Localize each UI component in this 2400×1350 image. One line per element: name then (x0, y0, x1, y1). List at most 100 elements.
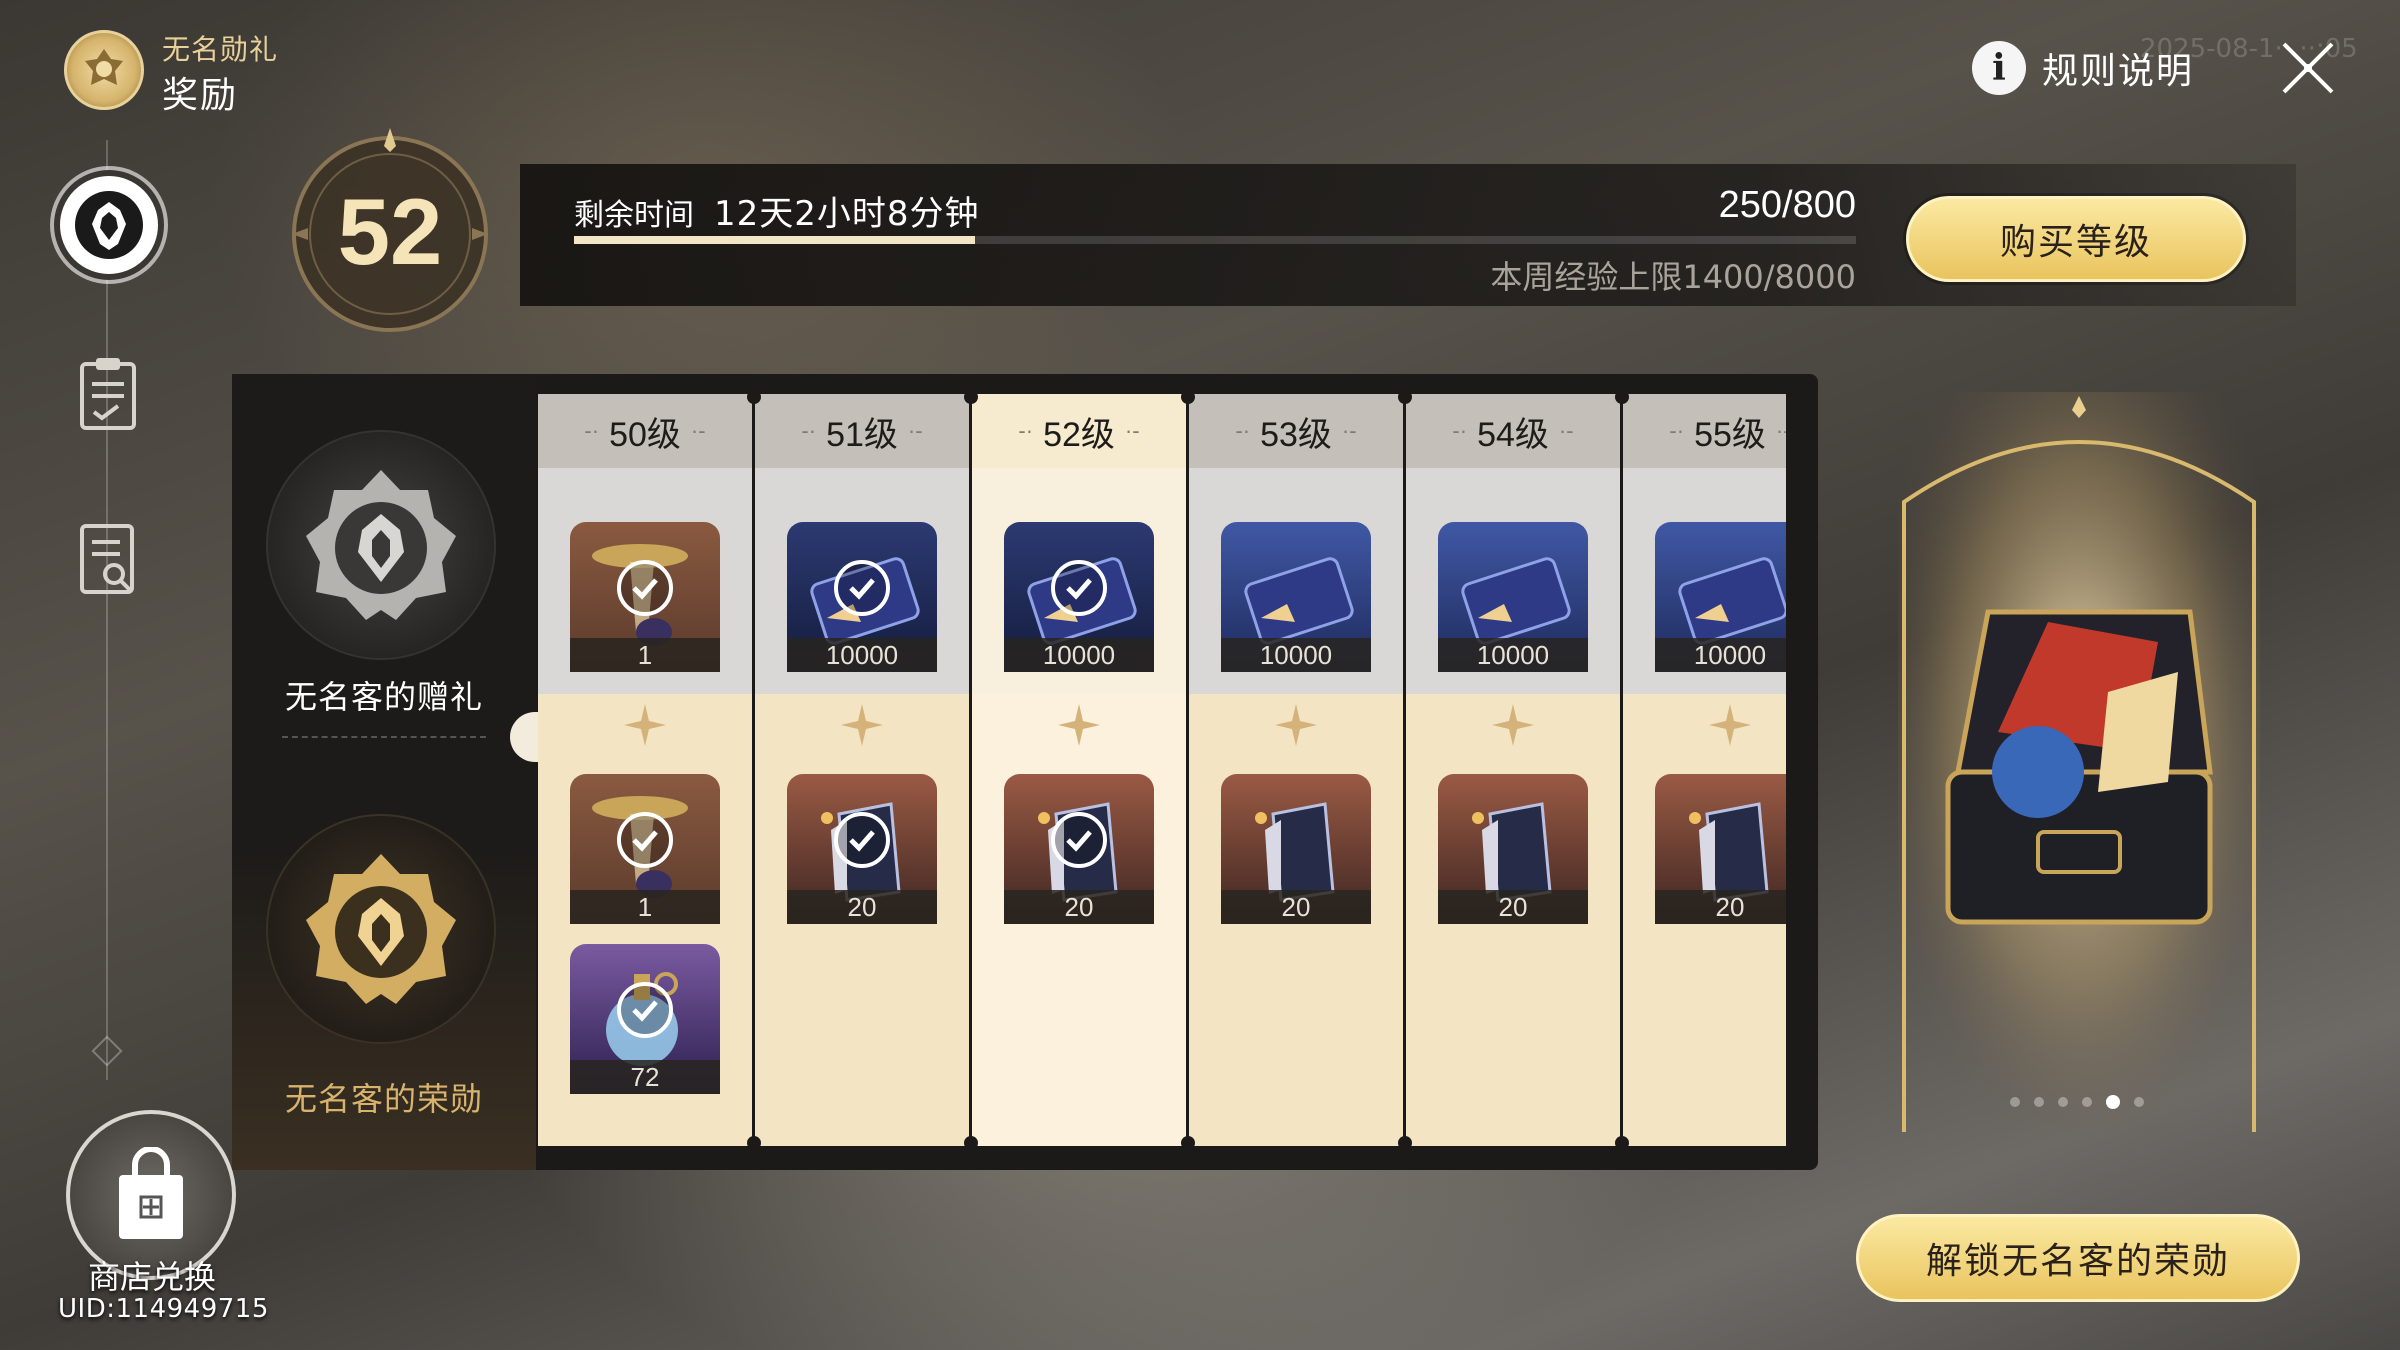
header-ornament: ·- (1124, 418, 1140, 443)
reward-item[interactable]: 10000 (1004, 522, 1154, 672)
free-track-emblem-icon (266, 430, 496, 660)
claimed-check-icon (834, 812, 890, 868)
page-dot[interactable] (2082, 1097, 2092, 1107)
level-label: 55级 (1694, 415, 1766, 454)
separator-dot (964, 1136, 978, 1146)
header-ornament: ·- (1558, 418, 1574, 443)
level-header: -· 52级 ·- (972, 394, 1186, 468)
separator-dot (1398, 1136, 1412, 1146)
reward-count: 1 (570, 890, 720, 924)
column-separator (969, 394, 972, 1146)
page-dot[interactable] (2058, 1097, 2068, 1107)
reward-count: 72 (570, 1060, 720, 1094)
separator-dot (1181, 1136, 1195, 1146)
reward-item[interactable]: 1 (570, 774, 720, 924)
divider-star-icon (1492, 704, 1534, 746)
level-column: -· 51级 ·- 10000 20 (755, 394, 969, 1146)
separator-dot (747, 1136, 761, 1146)
reward-item[interactable]: 10000 (1438, 522, 1588, 672)
divider-star-icon (1275, 704, 1317, 746)
reward-count: 10000 (787, 638, 937, 672)
exp-progress-text: 250/800 (1718, 184, 1856, 226)
showcase-pagination (2010, 1095, 2150, 1109)
document-search-icon[interactable] (76, 520, 140, 600)
reward-showcase (1898, 392, 2260, 1132)
header-ornament: ·- (907, 418, 923, 443)
nameless-emblem-icon (85, 49, 123, 85)
reward-item[interactable]: 20 (1438, 774, 1588, 924)
claimed-check-icon (834, 560, 890, 616)
page-dot[interactable] (2134, 1097, 2144, 1107)
level-column: -· 50级 ·- 1 1 72 (538, 394, 752, 1146)
weekly-exp-cap: 本周经验上限1400/8000 (1490, 258, 1856, 296)
honor-badge-icon (306, 854, 456, 1004)
close-icon[interactable] (2276, 36, 2340, 100)
column-separator (752, 394, 755, 1146)
nav-end-marker (91, 1035, 123, 1067)
track-separator (282, 736, 486, 738)
level-label: 51级 (826, 415, 898, 454)
reward-item[interactable]: 10000 (1655, 522, 1786, 672)
level-header: -· 51级 ·- (755, 394, 969, 468)
level-column: -· 54级 ·- 10000 20 (1406, 394, 1620, 1146)
reward-item[interactable]: 10000 (1221, 522, 1371, 672)
reward-count: 20 (1438, 890, 1588, 924)
divider-star-icon (1709, 704, 1751, 746)
free-track-label: 无名客的赠礼 (284, 678, 483, 716)
exp-progress-fill (574, 236, 975, 244)
reward-item[interactable]: 10000 (787, 522, 937, 672)
reward-count: 20 (1004, 890, 1154, 924)
level-header: -· 50级 ·- (538, 394, 752, 468)
nav-rail-line (106, 140, 108, 1080)
header-ornament: -· (801, 418, 817, 443)
level-column: -· 52级 ·- 10000 20 (972, 394, 1186, 1146)
level-column: -· 55级 ·- 10000 20 (1623, 394, 1786, 1146)
current-level: 52 (337, 179, 443, 284)
nav-rewards-tab[interactable] (54, 170, 164, 280)
gift-badge-icon (306, 470, 456, 620)
rules-label: 规则说明 (2042, 51, 2195, 92)
reward-item[interactable]: 20 (1004, 774, 1154, 924)
column-separator (1403, 394, 1406, 1146)
level-label: 54级 (1477, 415, 1549, 454)
reward-count: 10000 (1655, 638, 1786, 672)
time-remaining-value: 12天2小时8分钟 (714, 194, 980, 234)
reward-item[interactable]: 20 (787, 774, 937, 924)
divider-star-icon (841, 704, 883, 746)
page-title: 奖励 (162, 75, 239, 116)
reward-count: 10000 (1221, 638, 1371, 672)
divider-star-icon (1058, 704, 1100, 746)
reward-item[interactable]: 20 (1655, 774, 1786, 924)
level-column: -· 53级 ·- 10000 20 (1189, 394, 1403, 1146)
reward-count: 10000 (1004, 638, 1154, 672)
reward-item[interactable]: 20 (1221, 774, 1371, 924)
level-label: 52级 (1043, 415, 1115, 454)
column-separator (1186, 394, 1189, 1146)
reward-count: 1 (570, 638, 720, 672)
page-subtitle: 无名勋礼 (162, 33, 279, 66)
buy-level-button[interactable]: 购买等级 (1906, 196, 2246, 282)
claimed-check-icon (617, 812, 673, 868)
user-uid: UID:114949715 (58, 1294, 269, 1324)
time-remaining-label: 剩余时间 (574, 198, 694, 233)
page-dot[interactable] (2106, 1095, 2120, 1109)
rules-button[interactable]: i 规则说明 (1972, 38, 2194, 98)
reward-item[interactable]: 1 (570, 522, 720, 672)
reward-item[interactable]: 72 (570, 944, 720, 1094)
level-header: -· 55级 ·- (1623, 394, 1786, 468)
level-header: -· 53级 ·- (1189, 394, 1403, 468)
page-dot[interactable] (2010, 1097, 2020, 1107)
reward-count: 20 (1221, 890, 1371, 924)
shop-exchange-label: 商店兑换 (87, 1258, 216, 1296)
header-ornament: -· (1669, 418, 1685, 443)
reward-count: 20 (1655, 890, 1786, 924)
header-ornament: ·- (1775, 418, 1786, 443)
reward-columns: -· 50级 ·- 1 1 72 -· 51级 ·- 10000 20 -· 52级 ·- 10000 20-… (538, 394, 1786, 1146)
info-icon: i (1972, 41, 2026, 95)
unlock-premium-button[interactable]: 解锁无名客的荣勋 (1856, 1214, 2300, 1302)
nameless-emblem-icon (75, 191, 143, 259)
claimed-check-icon (1051, 812, 1107, 868)
clipboard-tasks-icon[interactable] (76, 354, 140, 434)
page-dot[interactable] (2034, 1097, 2044, 1107)
divider-star-icon (624, 704, 666, 746)
